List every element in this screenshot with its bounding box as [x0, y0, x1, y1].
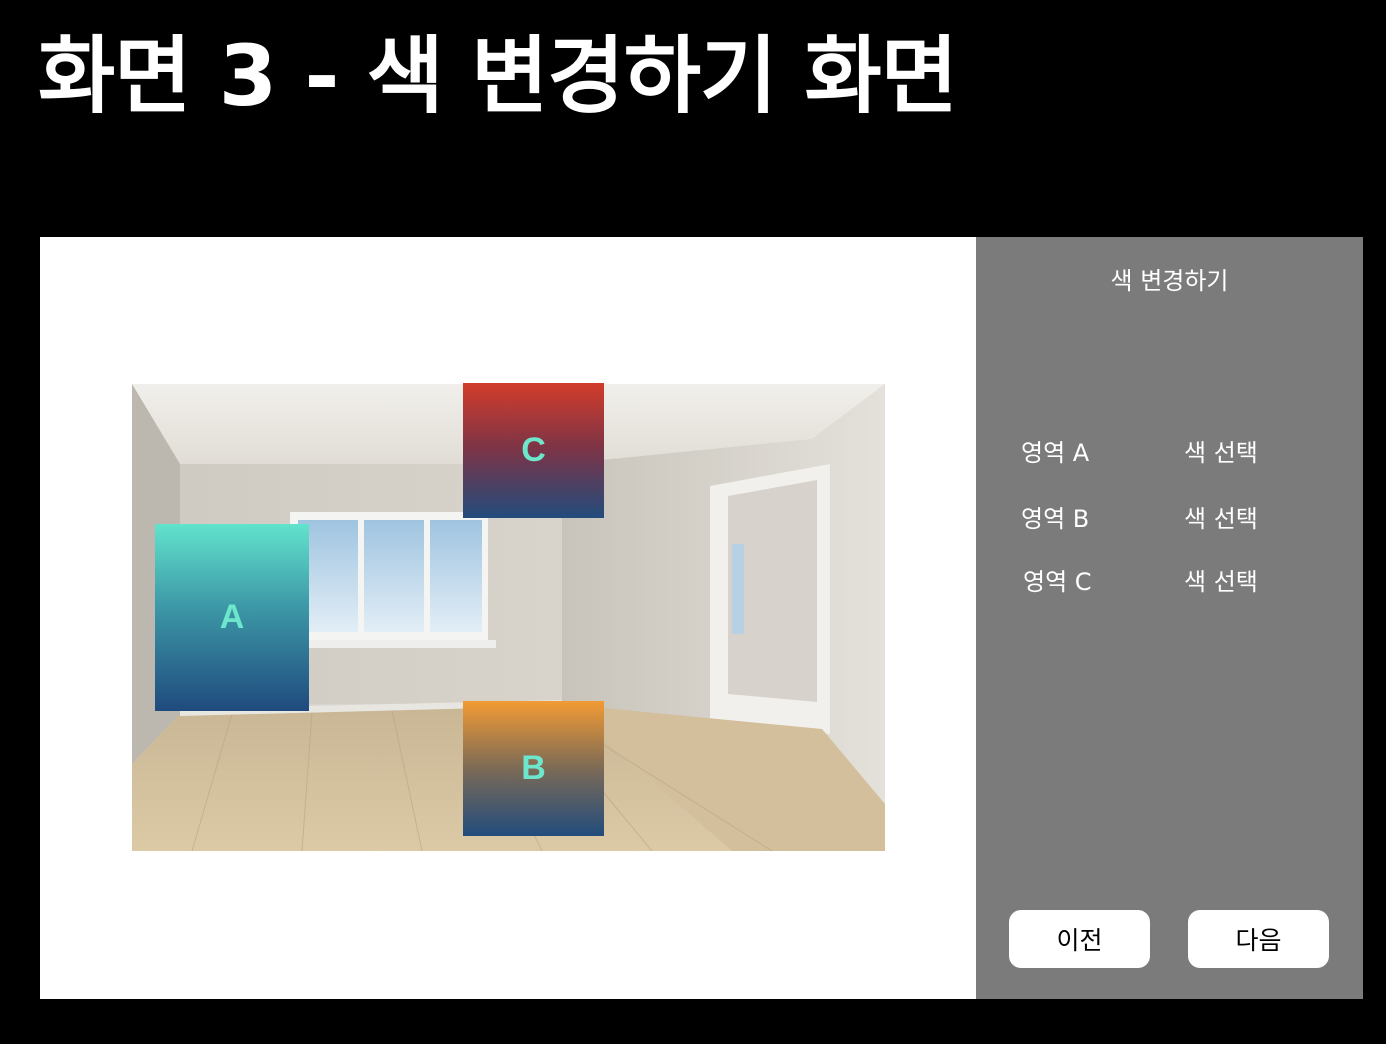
region-c-label: C	[521, 431, 546, 469]
region-b-label: B	[521, 749, 546, 787]
prev-button[interactable]: 이전	[1009, 910, 1150, 968]
page-title: 화면 3 - 색 변경하기 화면	[38, 27, 958, 125]
region-row-b: 영역 B 색 선택	[976, 499, 1363, 539]
color-change-panel: 색 변경하기 영역 A 색 선택 영역 B 색 선택 영역 C 색 선택 이전 …	[976, 237, 1363, 999]
region-a-color-select[interactable]: 색 선택	[1184, 433, 1258, 468]
region-c-name: 영역 C	[1023, 568, 1092, 596]
region-row-c: 영역 C 색 선택	[976, 562, 1363, 602]
preview-canvas: C A B	[40, 237, 976, 999]
app-frame: C A B 색 변경하기 영역 A 색 선택 영역 B 색 선택 영역 C 색 …	[40, 237, 1363, 999]
region-b-color-select[interactable]: 색 선택	[1184, 499, 1258, 534]
next-button[interactable]: 다음	[1188, 910, 1329, 968]
region-a-label: A	[219, 598, 245, 636]
color-region-b[interactable]: B	[463, 701, 604, 836]
region-a-name: 영역 A	[1021, 439, 1090, 467]
region-c-color-select[interactable]: 색 선택	[1184, 562, 1258, 597]
panel-title: 색 변경하기	[1110, 267, 1229, 295]
color-region-c[interactable]: C	[463, 383, 604, 518]
region-b-name: 영역 B	[1021, 505, 1090, 533]
color-region-a[interactable]: A	[155, 524, 309, 711]
region-row-a: 영역 A 색 선택	[976, 433, 1363, 473]
